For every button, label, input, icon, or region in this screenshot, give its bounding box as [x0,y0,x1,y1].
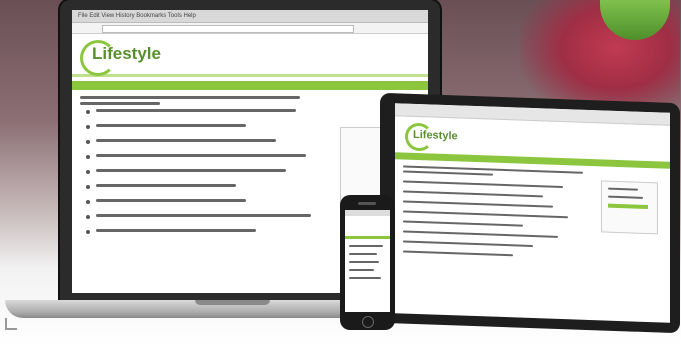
page-green-band [72,81,428,90]
tablet-login-panel [601,180,658,235]
phone-home-button [362,316,374,328]
browser-menu-bar: File Edit View History Bookmarks Tools H… [72,10,428,23]
laptop-trackpad-notch [195,300,270,305]
browser-address-bar[interactable] [72,23,428,34]
phone-speaker [358,202,376,205]
logo-text: Lifestyle [92,44,161,63]
list-item [86,109,420,115]
tablet-screen: Lifestyle [395,103,670,323]
logo-text: Lifestyle [413,128,458,143]
intro-heading [72,94,428,107]
header-divider [72,74,428,77]
power-cord [5,318,17,330]
phone-screen [345,210,390,312]
site-logo: Lifestyle [72,34,428,76]
